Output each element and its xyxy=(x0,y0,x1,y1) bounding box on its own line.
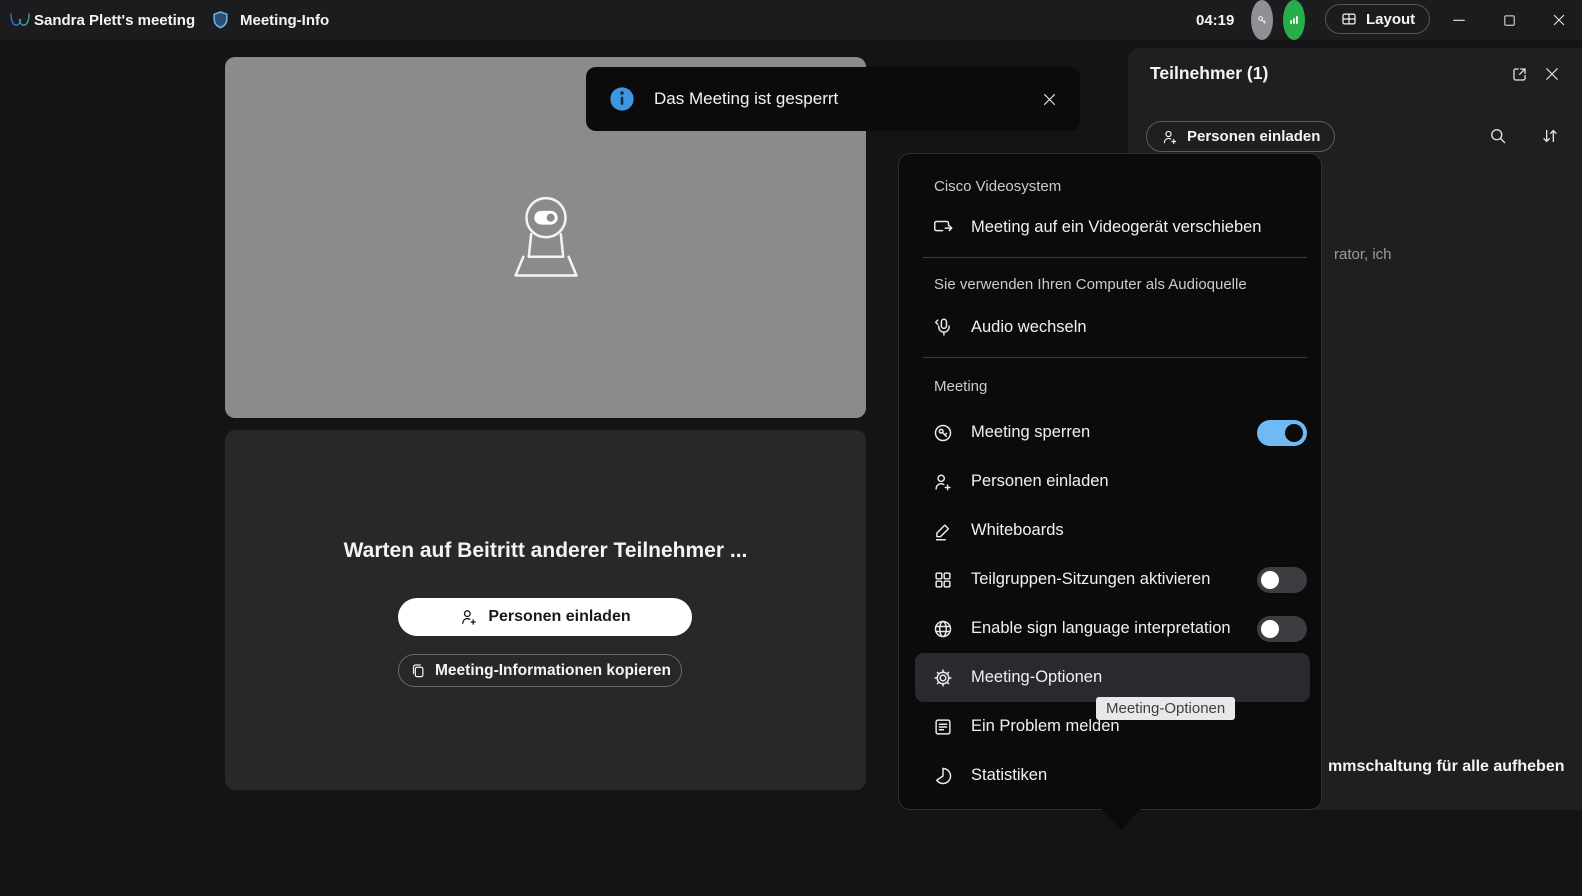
menu-item-label: Teilgruppen-Sitzungen aktivieren xyxy=(971,570,1210,589)
menu-item-lock-meeting[interactable]: Meeting sperren xyxy=(899,408,1321,457)
person-add-icon xyxy=(1161,128,1179,146)
copy-meeting-info-button[interactable]: Meeting-Informationen kopieren xyxy=(398,654,682,687)
menu-section-audio-source: Sie verwenden Ihren Computer als Audioqu… xyxy=(899,264,1321,304)
menu-item-label: Personen einladen xyxy=(971,472,1109,491)
menu-item-invite-people[interactable]: Personen einladen xyxy=(899,457,1321,506)
participants-panel-title: Teilnehmer (1) xyxy=(1150,63,1268,84)
report-problem-icon xyxy=(931,716,955,738)
popout-panel-icon[interactable] xyxy=(1510,65,1529,84)
toast-message: Das Meeting ist gesperrt xyxy=(654,89,838,109)
menu-item-whiteboards[interactable]: Whiteboards xyxy=(899,506,1321,555)
copy-meeting-info-label: Meeting-Informationen kopieren xyxy=(435,662,671,680)
menu-item-statistics[interactable]: Statistiken xyxy=(899,751,1321,800)
audio-switch-icon xyxy=(931,316,955,338)
menu-item-enable-breakout-sessions[interactable]: Teilgruppen-Sitzungen aktivieren xyxy=(899,555,1321,604)
person-add-icon xyxy=(931,471,955,493)
title-bar: Sandra Plett's meeting Meeting-Info 04:1… xyxy=(0,0,1582,40)
menu-item-meeting-options[interactable]: Meeting-Optionen xyxy=(915,653,1310,702)
menu-item-label: Statistiken xyxy=(971,766,1047,785)
meeting-title: Sandra Plett's meeting xyxy=(34,0,195,40)
waiting-message: Warten auf Beitritt anderer Teilnehmer .… xyxy=(225,539,866,563)
sort-icon[interactable] xyxy=(1540,126,1560,146)
unmute-all-button-partial[interactable]: mmschaltung für alle aufheben xyxy=(1328,758,1564,776)
webex-logo-icon xyxy=(8,0,32,40)
menu-divider xyxy=(899,250,1321,264)
breakout-sessions-icon xyxy=(931,569,955,591)
menu-item-label: Enable sign language interpretation xyxy=(971,619,1231,638)
connection-quality-icon xyxy=(1283,0,1305,40)
info-icon xyxy=(608,85,636,113)
control-bar: CC Stummschalten xyxy=(0,810,1582,896)
panel-invite-people-button[interactable]: Personen einladen xyxy=(1146,121,1335,152)
webcam-off-icon xyxy=(496,194,596,282)
waiting-area: Warten auf Beitritt anderer Teilnehmer .… xyxy=(225,430,866,790)
invite-people-label: Personen einladen xyxy=(488,608,630,626)
layout-grid-icon xyxy=(1340,10,1358,28)
meeting-options-tooltip: Meeting-Optionen xyxy=(1096,697,1235,720)
menu-item-label: Whiteboards xyxy=(971,521,1064,540)
menu-section-meeting: Meeting xyxy=(899,364,1321,408)
minimize-button[interactable] xyxy=(1438,0,1480,40)
panel-invite-label: Personen einladen xyxy=(1187,128,1320,145)
menu-item-label: Meeting-Optionen xyxy=(971,668,1102,687)
meeting-locked-toast: Das Meeting ist gesperrt xyxy=(586,67,1080,131)
gear-icon xyxy=(931,667,955,689)
close-panel-icon[interactable] xyxy=(1543,65,1561,83)
globe-icon xyxy=(931,618,955,640)
lock-meeting-icon xyxy=(931,422,955,444)
sign-language-toggle[interactable] xyxy=(1257,616,1307,642)
layout-button-label: Layout xyxy=(1366,11,1415,28)
invite-people-button[interactable]: Personen einladen xyxy=(398,598,692,636)
layout-button[interactable]: Layout xyxy=(1325,4,1430,34)
meeting-info-button[interactable]: Meeting-Info xyxy=(240,0,329,40)
breakout-sessions-toggle[interactable] xyxy=(1257,567,1307,593)
lock-meeting-toggle[interactable] xyxy=(1257,420,1307,446)
menu-item-label: Audio wechseln xyxy=(971,318,1087,337)
copy-icon xyxy=(409,662,427,680)
statistics-icon xyxy=(931,765,955,787)
meeting-locked-badge-icon xyxy=(1251,0,1273,40)
participant-row-partial-text: rator, ich xyxy=(1334,246,1392,263)
menu-section-cisco-videosystem: Cisco Videosystem xyxy=(899,168,1321,204)
webex-meeting-window: Sandra Plett's meeting Meeting-Info 04:1… xyxy=(0,0,1582,896)
shield-icon xyxy=(210,0,231,40)
close-window-button[interactable] xyxy=(1538,0,1580,40)
pencil-icon xyxy=(931,520,955,542)
menu-item-switch-audio[interactable]: Audio wechseln xyxy=(899,304,1321,350)
maximize-button[interactable] xyxy=(1488,0,1530,40)
menu-item-label: Meeting auf ein Videogerät verschieben xyxy=(971,218,1261,237)
video-device-icon xyxy=(931,216,955,238)
person-add-icon xyxy=(459,607,479,627)
menu-item-label: Meeting sperren xyxy=(971,423,1090,442)
meeting-timer: 04:19 xyxy=(1196,0,1234,40)
menu-item-move-meeting-to-video-device[interactable]: Meeting auf ein Videogerät verschieben xyxy=(899,204,1321,250)
search-icon[interactable] xyxy=(1488,126,1508,146)
menu-pointer-tail xyxy=(1100,808,1142,830)
toast-close-icon[interactable] xyxy=(1041,91,1058,108)
menu-divider xyxy=(899,350,1321,364)
menu-item-sign-language-interpretation[interactable]: Enable sign language interpretation xyxy=(899,604,1321,653)
